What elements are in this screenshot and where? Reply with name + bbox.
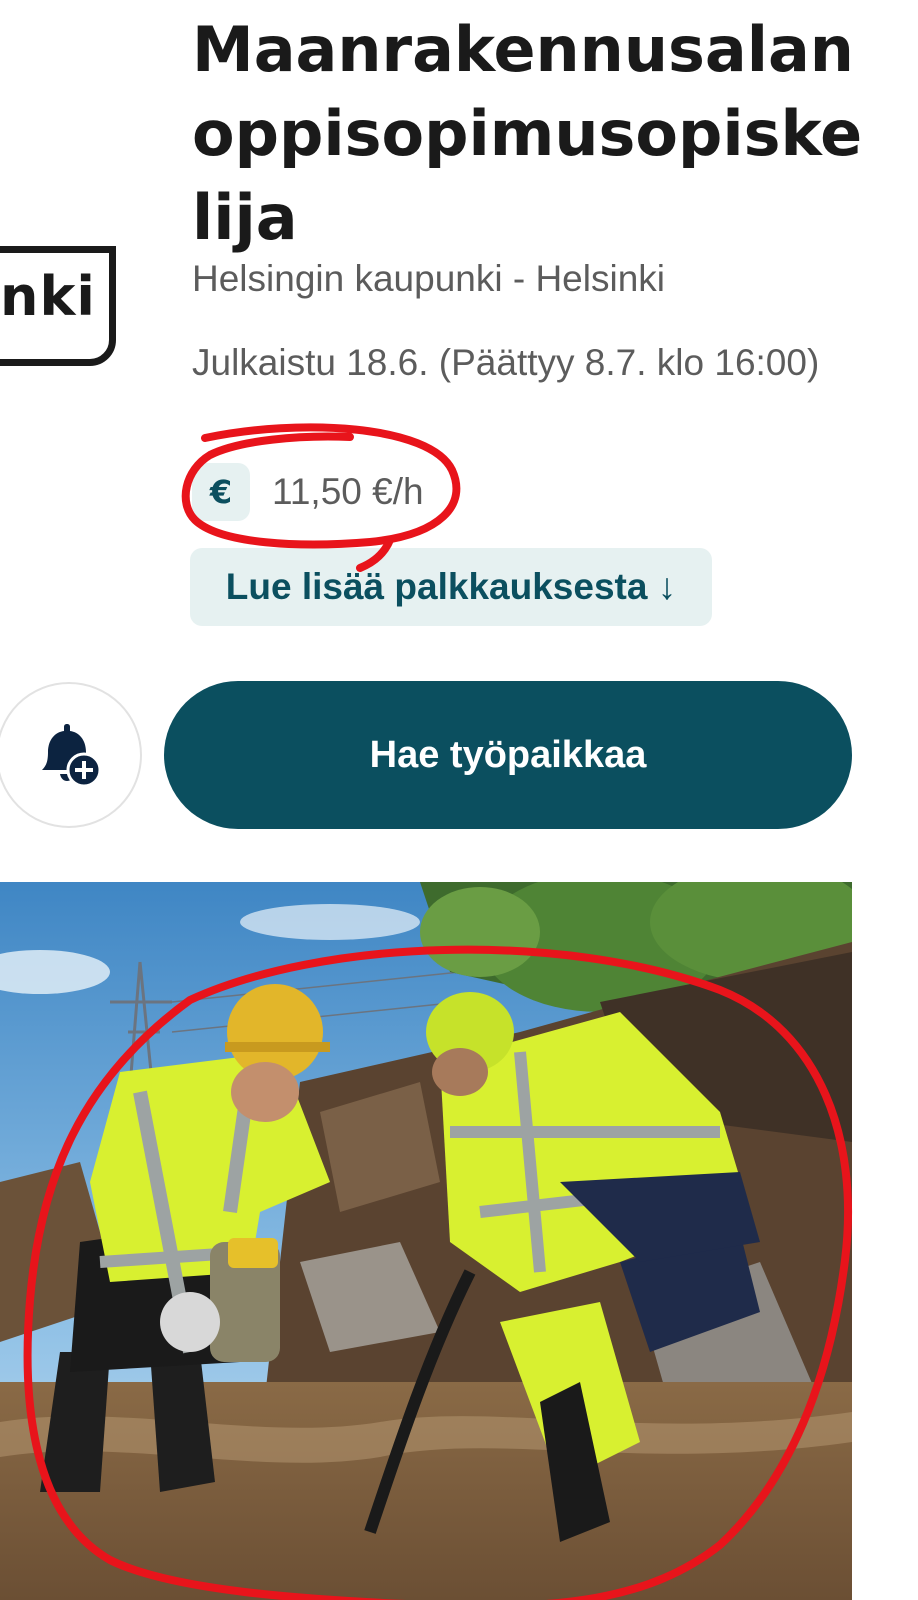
job-alert-button[interactable]	[0, 682, 142, 828]
employer-logo-text: nki	[0, 265, 96, 328]
job-photo	[0, 882, 852, 1600]
read-more-salary-button[interactable]: Lue lisää palkkauksesta ↓	[190, 548, 712, 626]
salary-value: 11,50 €/h	[272, 471, 424, 512]
job-title: Maanrakennusalan oppisopimusopiskelija	[192, 13, 863, 254]
bell-plus-icon	[42, 724, 102, 788]
euro-icon: €	[192, 463, 250, 521]
salary-row: € 11,50 €/h	[192, 462, 424, 522]
apply-button[interactable]: Hae työpaikkaa	[164, 681, 852, 829]
company-location: Helsingin kaupunki - Helsinki	[192, 258, 665, 299]
publish-date: Julkaistu 18.6. (Päättyy 8.7. klo 16:00)	[192, 342, 820, 383]
construction-workers-image	[0, 882, 852, 1600]
job-detail-page: nki Maanrakennusalan oppisopimusopiskeli…	[0, 0, 918, 1600]
